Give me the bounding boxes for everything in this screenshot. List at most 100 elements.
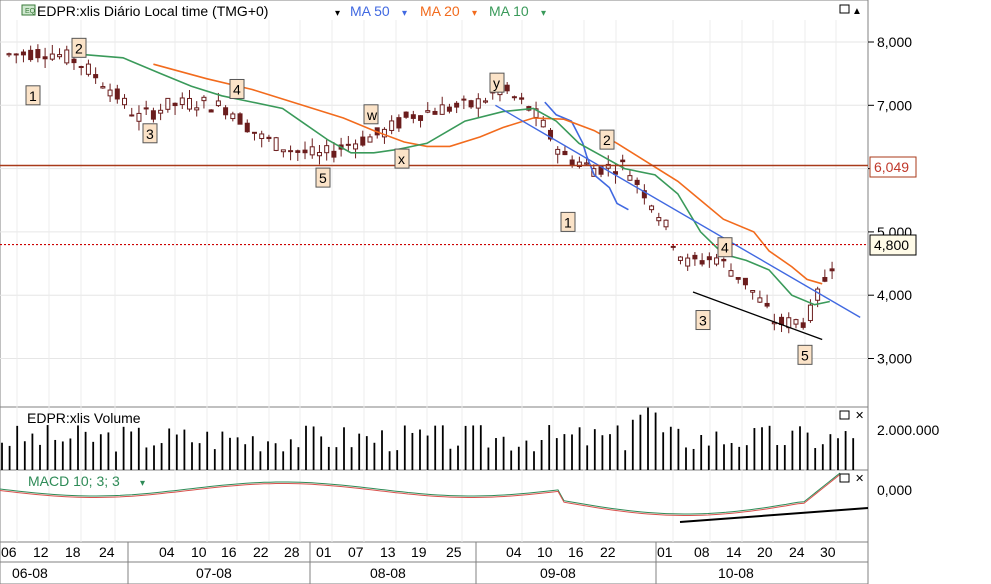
scroll-up-icon[interactable]: ▲ xyxy=(852,6,862,17)
dropdown-arrow-icon[interactable]: ▾ xyxy=(140,478,145,489)
x-month-label: 10-08 xyxy=(718,565,754,581)
x-month-label: 08-08 xyxy=(370,565,406,581)
candle-body xyxy=(627,175,633,181)
volume-panel-label[interactable]: EDPR:xlis Volume xyxy=(27,410,141,426)
candle-body xyxy=(418,115,424,121)
candle-body xyxy=(136,112,142,122)
candle-body xyxy=(42,56,48,60)
candle-body xyxy=(244,122,250,133)
x-day-label: 28 xyxy=(284,544,300,560)
candle-body xyxy=(259,133,265,140)
wave-label: 3 xyxy=(699,313,707,329)
candle-body xyxy=(208,109,214,113)
dropdown-arrow-icon[interactable]: ▾ xyxy=(402,8,407,19)
y-tick-label: 7,000 xyxy=(877,97,912,113)
candle-body xyxy=(403,111,409,118)
candle-body xyxy=(750,290,756,293)
wave-label: x xyxy=(398,151,405,167)
candle-body xyxy=(425,110,431,113)
x-day-label: 18 xyxy=(65,544,81,560)
candle-body xyxy=(35,49,41,59)
candle-body xyxy=(793,319,799,325)
candle-body xyxy=(432,110,438,115)
close-icon[interactable]: ✕ xyxy=(855,473,864,485)
x-day-label: 07 xyxy=(348,544,364,560)
x-month-label: 06-08 xyxy=(12,565,48,581)
candle-body xyxy=(764,302,770,307)
symbol-title[interactable]: EDPR:xlis Diário Local time (TMG+0) xyxy=(37,3,268,19)
restore-icon[interactable] xyxy=(839,473,850,483)
x-day-label: 24 xyxy=(789,544,805,560)
macd-panel[interactable] xyxy=(0,469,869,543)
ma20-legend[interactable]: MA 20 xyxy=(420,3,460,19)
candle-body xyxy=(194,107,200,111)
close-icon[interactable]: ✕ xyxy=(855,410,864,422)
candle-body xyxy=(706,256,712,261)
candle-body xyxy=(280,149,286,153)
candle-body xyxy=(829,268,835,272)
wave-label: w xyxy=(366,107,378,123)
candle-body xyxy=(504,84,510,92)
candle-body xyxy=(367,136,373,143)
candle-body xyxy=(519,97,525,100)
candle-body xyxy=(714,257,720,265)
y-tick-label: 3,000 xyxy=(877,351,912,367)
candle-body xyxy=(129,114,135,117)
candle-body xyxy=(475,98,481,109)
candle-body xyxy=(468,100,474,108)
wave-label: y xyxy=(493,75,500,91)
candle-body xyxy=(721,258,727,262)
x-day-label: 19 xyxy=(411,544,427,560)
x-day-label: 24 xyxy=(99,544,115,560)
x-day-label: 04 xyxy=(159,544,175,560)
candle-body xyxy=(360,136,366,146)
candle-body xyxy=(107,89,113,97)
x-day-label: 22 xyxy=(600,544,616,560)
candle-body xyxy=(620,159,626,163)
ma50-legend[interactable]: MA 50 xyxy=(350,3,390,19)
candle-body xyxy=(100,86,106,89)
candle-body xyxy=(57,54,63,58)
macd-panel-label[interactable]: MACD 10; 3; 3 xyxy=(28,473,120,489)
candle-body xyxy=(309,146,315,156)
candle-body xyxy=(446,106,452,112)
candle-body xyxy=(172,102,178,107)
y-tick-label: 8,000 xyxy=(877,34,912,50)
wave-label: 2 xyxy=(603,132,611,148)
candle-body xyxy=(295,150,301,153)
x-day-label: 30 xyxy=(820,544,836,560)
candle-body xyxy=(742,277,748,286)
candle-body xyxy=(64,49,70,64)
x-day-label: 12 xyxy=(33,544,49,560)
x-day-label: 25 xyxy=(446,544,462,560)
candle-body xyxy=(822,276,828,282)
dropdown-arrow-icon[interactable]: ▾ xyxy=(472,8,477,19)
candle-body xyxy=(692,254,698,260)
candle-body xyxy=(540,119,546,128)
price-tag-4800-text: 4,800 xyxy=(874,237,909,253)
candle-body xyxy=(316,151,322,157)
candle-body xyxy=(663,219,669,228)
wave-label: 2 xyxy=(75,40,83,56)
x-day-label: 04 xyxy=(506,544,522,560)
wave-label: 1 xyxy=(564,214,572,230)
candle-body xyxy=(345,143,351,146)
candle-body xyxy=(800,322,806,328)
candle-body xyxy=(396,117,402,129)
dropdown-arrow-icon[interactable]: ▾ xyxy=(335,8,340,19)
ma10-legend[interactable]: MA 10 xyxy=(489,3,529,19)
price-tag-6049-text: 6,049 xyxy=(874,159,909,175)
candle-body xyxy=(85,63,91,75)
restore-icon[interactable] xyxy=(839,410,850,420)
candle-body xyxy=(71,58,77,64)
candle-body xyxy=(20,51,26,56)
x-day-label: 16 xyxy=(221,544,237,560)
dropdown-arrow-icon[interactable]: ▾ xyxy=(541,8,546,19)
restore-icon[interactable] xyxy=(839,4,850,14)
candle-body xyxy=(122,97,128,106)
x-day-label: 06 xyxy=(1,544,17,560)
candle-body xyxy=(649,205,655,211)
candle-body xyxy=(230,113,236,120)
candle-body xyxy=(584,162,590,165)
candle-body xyxy=(677,256,683,261)
